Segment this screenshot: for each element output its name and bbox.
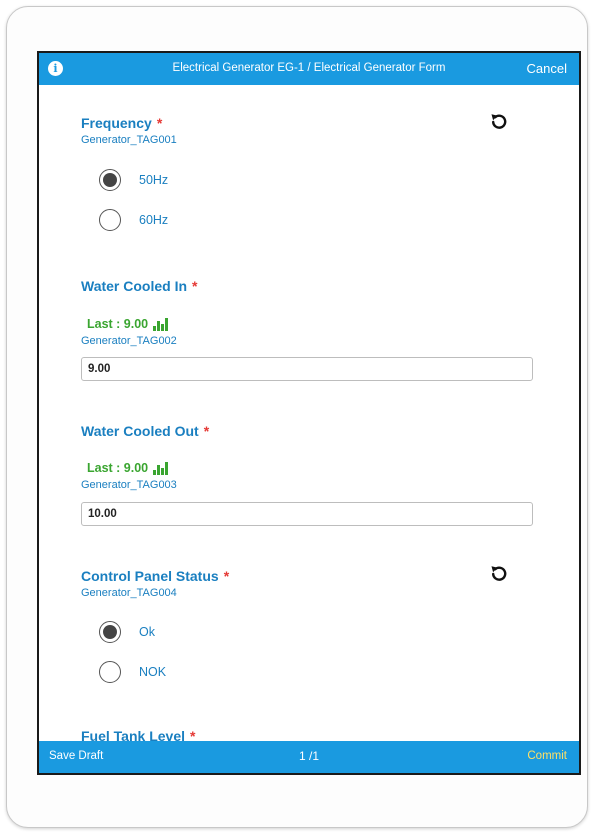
water-in-last-value: Last : 9.00 — [87, 317, 169, 331]
water-in-title-text: Water Cooled In — [81, 278, 188, 294]
frequency-title-text: Frequency — [81, 115, 152, 131]
page-indicator: 1 /1 — [298, 749, 319, 763]
frequency-tag: Generator_TAG001 — [81, 134, 177, 146]
fuel-tank-question-title: Fuel Tank Level * — [81, 728, 195, 741]
control-panel-title-text: Control Panel Status — [81, 568, 219, 584]
radio-selected[interactable] — [99, 621, 121, 643]
radio-unselected[interactable] — [99, 661, 121, 683]
radio-label-60hz: 60Hz — [139, 213, 169, 227]
control-panel-question-title: Control Panel Status * — [81, 568, 229, 584]
water-in-input[interactable] — [81, 357, 533, 381]
water-out-tag: Generator_TAG003 — [81, 479, 177, 491]
tablet-frame: i Electrical Generator EG-1 / Electrical… — [6, 6, 588, 828]
frequency-question-title: Frequency * — [81, 115, 162, 131]
required-marker: * — [156, 115, 163, 131]
radio-label-50hz: 50Hz — [139, 173, 169, 187]
required-marker: * — [190, 728, 196, 741]
last-value-text: Last : 9.00 — [87, 461, 149, 475]
bar-chart-icon[interactable] — [153, 317, 169, 331]
cancel-button[interactable]: Cancel — [527, 61, 567, 76]
app-screen: i Electrical Generator EG-1 / Electrical… — [37, 51, 581, 775]
form-title: Electrical Generator EG-1 / Electrical G… — [172, 62, 446, 74]
form-content[interactable]: Frequency * Generator_TAG001 50Hz 60Hz Wa… — [39, 85, 579, 741]
radio-selected[interactable] — [99, 169, 121, 191]
radio-label-nok: NOK — [139, 665, 167, 679]
water-out-title-text: Water Cooled Out — [81, 423, 199, 439]
reset-icon[interactable] — [489, 111, 509, 131]
commit-button[interactable]: Commit — [527, 750, 567, 762]
bar-chart-icon[interactable] — [153, 461, 169, 475]
required-marker: * — [203, 423, 210, 439]
last-value-text: Last : 9.00 — [87, 317, 149, 331]
required-marker: * — [223, 568, 230, 584]
required-marker: * — [192, 278, 198, 294]
bottom-bar: Save Draft 1 /1 Commit — [39, 741, 579, 773]
control-panel-tag: Generator_TAG004 — [81, 587, 177, 599]
water-in-tag: Generator_TAG002 — [81, 335, 177, 347]
water-in-question-title: Water Cooled In * — [81, 278, 198, 294]
top-bar: i Electrical Generator EG-1 / Electrical… — [39, 53, 579, 85]
fuel-tank-title-text: Fuel Tank Level — [81, 728, 185, 741]
water-out-input[interactable] — [81, 502, 533, 526]
water-out-last-value: Last : 9.00 — [87, 461, 169, 475]
radio-label-ok: Ok — [139, 625, 155, 639]
reset-icon[interactable] — [489, 563, 509, 583]
water-out-question-title: Water Cooled Out * — [81, 423, 209, 439]
radio-unselected[interactable] — [99, 209, 121, 231]
